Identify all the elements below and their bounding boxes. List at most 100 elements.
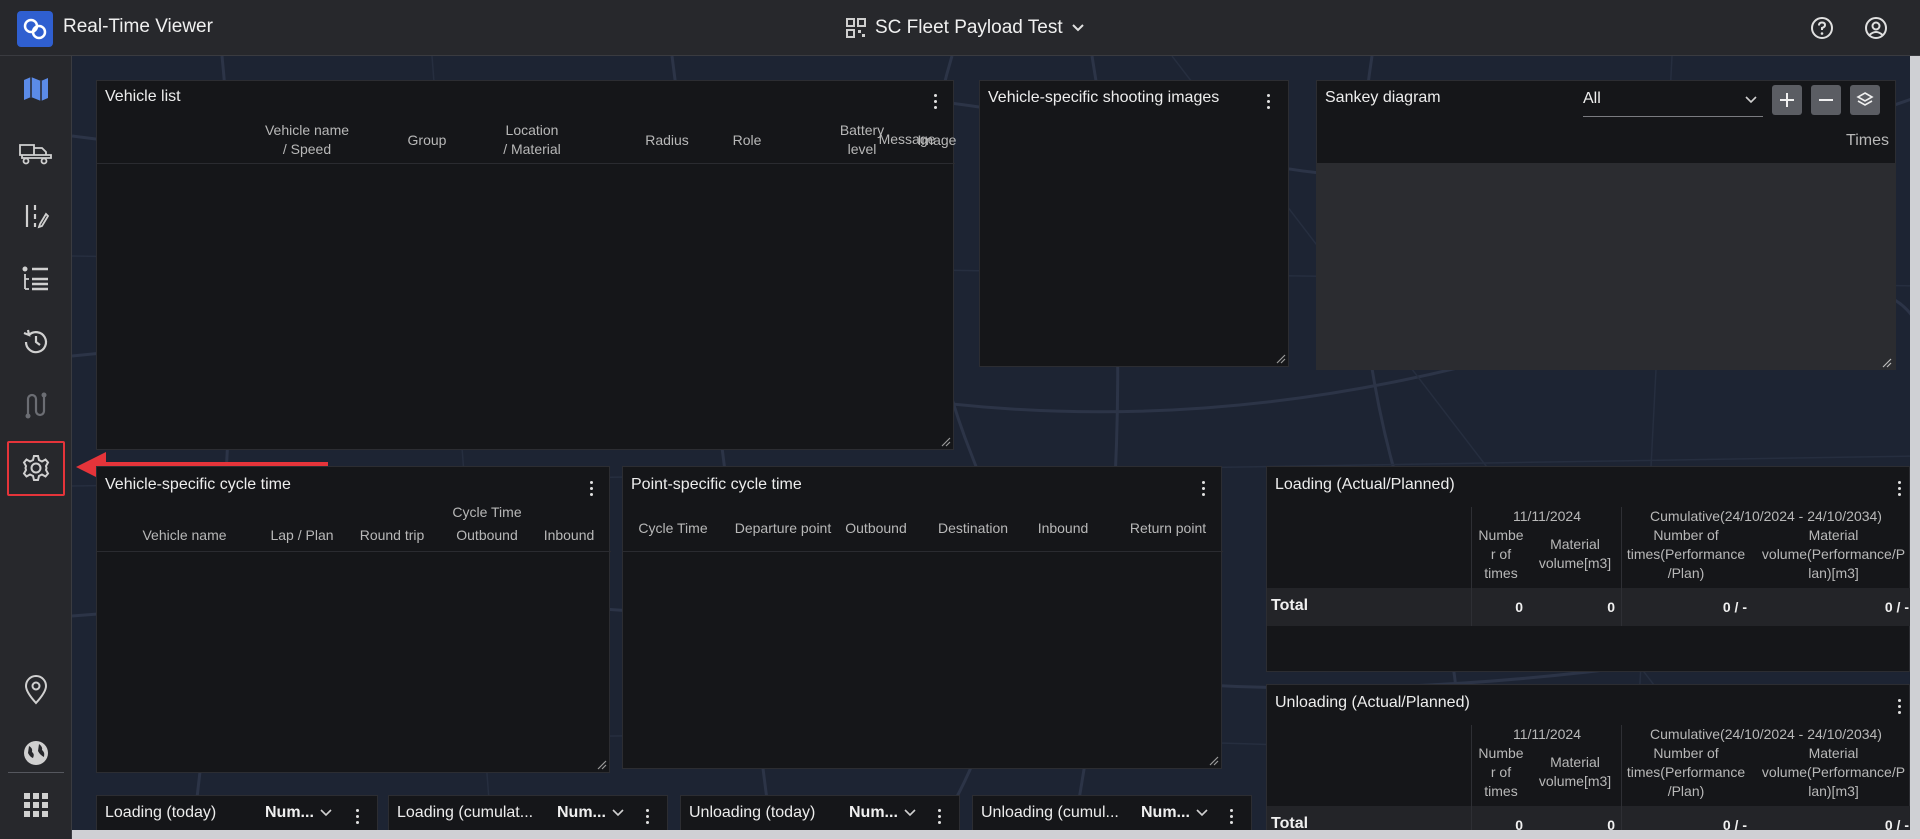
- resize-handle-icon[interactable]: [1274, 352, 1286, 364]
- more-menu-icon[interactable]: [1196, 477, 1210, 499]
- plus-icon: [1780, 93, 1794, 107]
- truck-icon[interactable]: [16, 132, 56, 172]
- widget-title: Loading (cumulat...: [397, 804, 534, 821]
- qr-code-icon: [846, 18, 866, 38]
- metric-select[interactable]: Num...: [557, 804, 624, 822]
- column-header: Material volume(Performance/P lan)[m3]: [1761, 527, 1906, 581]
- total-value: 0: [1515, 599, 1523, 615]
- more-menu-icon[interactable]: [932, 805, 946, 827]
- more-menu-icon[interactable]: [928, 90, 942, 112]
- zoom-out-button[interactable]: [1811, 85, 1841, 115]
- history-icon[interactable]: [16, 322, 56, 362]
- zoom-in-button[interactable]: [1772, 85, 1802, 115]
- header-divider: [623, 551, 1223, 552]
- header-divider: [97, 163, 955, 164]
- select-value: Num...: [1141, 804, 1190, 821]
- column-header: Numbe r of times: [1478, 527, 1524, 581]
- resize-handle-icon[interactable]: [939, 435, 951, 447]
- panel-title: Vehicle-specific shooting images: [988, 89, 1220, 106]
- settings-highlight: [7, 441, 65, 496]
- widget-title: Unloading (today): [689, 804, 816, 821]
- apps-grid-icon[interactable]: [16, 785, 56, 825]
- total-value: 0: [1607, 599, 1615, 615]
- total-label: Total: [1271, 597, 1309, 614]
- column-header: Material volume[m3]: [1538, 754, 1612, 789]
- layers-button[interactable]: [1850, 85, 1880, 115]
- column-header: Lap / Plan: [270, 527, 334, 543]
- list-icon[interactable]: [16, 259, 56, 299]
- metric-select[interactable]: Num...: [265, 804, 332, 822]
- more-menu-icon[interactable]: [584, 477, 598, 499]
- chevron-down-icon: [320, 809, 332, 817]
- select-value: Num...: [557, 804, 606, 821]
- column-divider: [1471, 725, 1472, 839]
- resize-handle-icon[interactable]: [1880, 356, 1892, 368]
- globe-icon[interactable]: [16, 733, 56, 773]
- column-header: Outbound: [845, 520, 907, 536]
- column-header: Return point: [1129, 520, 1207, 536]
- route-edit-icon[interactable]: [16, 196, 56, 236]
- panel-title: Unloading (Actual/Planned): [1275, 694, 1470, 711]
- total-row: Total 0 0 0 / - 0 / -: [1267, 588, 1911, 626]
- panel-title: Vehicle-specific cycle time: [105, 476, 291, 493]
- resize-handle-icon[interactable]: [1207, 754, 1219, 766]
- cumulative-header: Cumulative(24/10/2024 - 24/10/2034): [1650, 726, 1882, 742]
- column-header: Inbound: [543, 527, 595, 543]
- help-icon[interactable]: [1810, 16, 1834, 40]
- top-bar: Real-Time Viewer SC Fleet Payload Test: [0, 0, 1920, 56]
- account-icon[interactable]: [1864, 16, 1888, 40]
- column-header: Inbound: [1037, 520, 1089, 536]
- column-header: Number of times(Performance/Plan): [1626, 745, 1746, 799]
- chevron-down-icon: [1196, 809, 1208, 817]
- chevron-down-icon: [1745, 96, 1757, 104]
- total-value: 0 / -: [1884, 599, 1909, 615]
- panel-title: Sankey diagram: [1325, 89, 1441, 106]
- app-logo[interactable]: [17, 11, 53, 47]
- panel-title: Loading (Actual/Planned): [1275, 476, 1455, 493]
- widget-title: Loading (today): [105, 804, 217, 821]
- loading-summary-panel: Loading (Actual/Planned) 11/11/2024 Cumu…: [1266, 466, 1911, 672]
- logo-icon: [23, 18, 47, 40]
- horizontal-scrollbar[interactable]: [72, 830, 1920, 839]
- more-menu-icon[interactable]: [640, 805, 654, 827]
- chevron-down-icon: [612, 809, 624, 817]
- project-name: SC Fleet Payload Test: [875, 17, 1063, 38]
- path-icon[interactable]: [16, 385, 56, 425]
- resize-handle-icon[interactable]: [595, 758, 607, 770]
- map-icon[interactable]: [16, 69, 56, 109]
- unit-label: Times: [1846, 132, 1889, 149]
- vehicle-list-panel: Vehicle list Vehicle name / Speed Group L…: [96, 80, 956, 450]
- column-header: Material volume(Performance/P lan)[m3]: [1761, 745, 1906, 799]
- more-menu-icon[interactable]: [1892, 695, 1906, 717]
- column-header: Outbound: [456, 527, 518, 543]
- column-header-message: Message: [878, 131, 936, 147]
- column-header: Vehicle name: [142, 527, 227, 543]
- more-menu-icon[interactable]: [350, 805, 364, 827]
- shooting-images-panel: Vehicle-specific shooting images: [979, 80, 1289, 367]
- more-menu-icon[interactable]: [1224, 805, 1238, 827]
- location-pin-icon[interactable]: [16, 670, 56, 710]
- app-title: Real-Time Viewer: [63, 16, 213, 37]
- layers-icon: [1856, 92, 1874, 106]
- metric-select[interactable]: Num...: [849, 804, 916, 822]
- panel-title: Vehicle list: [105, 88, 181, 105]
- metric-select[interactable]: Num...: [1141, 804, 1208, 822]
- column-header: Location / Material: [503, 122, 561, 157]
- more-menu-icon[interactable]: [1261, 90, 1275, 112]
- select-value: Num...: [849, 804, 898, 821]
- select-value: All: [1583, 90, 1601, 107]
- chevron-down-icon: [1071, 24, 1084, 32]
- point-cycle-time-panel: Point-specific cycle time Cycle Time Dep…: [622, 466, 1223, 769]
- more-menu-icon[interactable]: [1892, 477, 1906, 499]
- chevron-down-icon: [904, 809, 916, 817]
- vertical-scrollbar[interactable]: [1910, 56, 1920, 839]
- column-header: Material volume[m3]: [1538, 536, 1612, 571]
- minus-icon: [1819, 99, 1833, 101]
- column-header: Destination: [937, 520, 1009, 536]
- header-divider: [97, 551, 611, 552]
- sankey-filter-select[interactable]: All: [1583, 85, 1763, 117]
- project-selector[interactable]: SC Fleet Payload Test: [845, 14, 1085, 42]
- sankey-diagram-area: [1316, 163, 1896, 370]
- column-header: Vehicle name / Speed: [264, 122, 350, 157]
- column-divider: [1471, 507, 1472, 626]
